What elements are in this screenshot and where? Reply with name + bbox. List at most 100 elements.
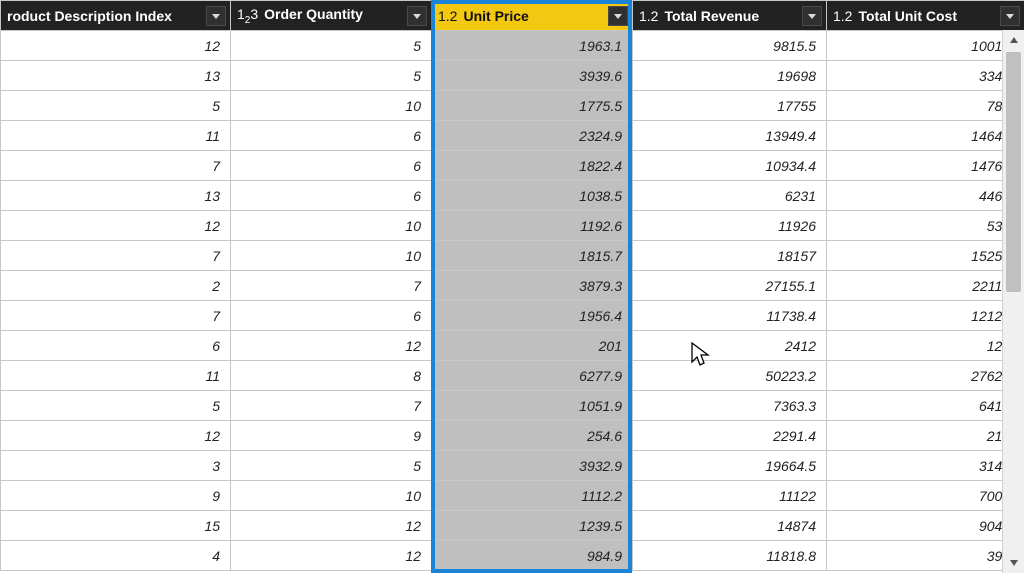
cell[interactable]: 1038.5 [432,181,633,211]
table-row[interactable]: 15121239.514874904.8 [1,511,1024,541]
cell[interactable]: 15 [1,511,231,541]
cell[interactable]: 14874 [633,511,827,541]
cell[interactable]: 11 [1,121,231,151]
table-row[interactable]: 1251963.19815.51001.1 [1,31,1024,61]
cell[interactable]: 1525.1 [827,241,1024,271]
cell[interactable]: 13949.4 [633,121,827,151]
column-header-order-quantity[interactable]: 123Order Quantity [231,1,432,31]
cell[interactable]: 8 [231,361,432,391]
cell[interactable]: 7 [1,301,231,331]
column-filter-dropdown-icon[interactable] [206,6,226,26]
cell[interactable]: 216. [827,421,1024,451]
cell[interactable]: 1775.5 [432,91,633,121]
cell[interactable]: 6 [231,121,432,151]
cell[interactable]: 6 [231,151,432,181]
cell[interactable]: 10 [231,481,432,511]
cell[interactable]: 19664.5 [633,451,827,481]
cell[interactable]: 984.9 [432,541,633,571]
cell[interactable]: 13 [1,61,231,91]
table-row[interactable]: 1361038.56231446.5 [1,181,1024,211]
cell[interactable]: 124. [827,331,1024,361]
cell[interactable]: 9 [231,421,432,451]
cell[interactable]: 7 [1,241,231,271]
column-filter-dropdown-icon[interactable] [407,6,427,26]
vertical-scrollbar[interactable] [1002,30,1024,573]
column-filter-dropdown-icon[interactable] [608,6,628,26]
cell[interactable]: 2412 [633,331,827,361]
cell[interactable]: 3348. [827,61,1024,91]
column-header-unit-price[interactable]: 1.2Unit Price [432,1,633,31]
cell[interactable]: 10 [231,211,432,241]
cell[interactable]: 3939.6 [432,61,633,91]
column-header-total-revenue[interactable]: 1.2Total Revenue [633,1,827,31]
cell[interactable]: 2324.9 [432,121,633,151]
cell[interactable]: 6 [231,301,432,331]
cell[interactable]: 3932.9 [432,451,633,481]
cell[interactable]: 11 [1,361,231,391]
cell[interactable]: 2 [1,271,231,301]
cell[interactable]: 11738.4 [633,301,827,331]
table-row[interactable]: 353932.919664.53146. [1,451,1024,481]
cell[interactable]: 6 [1,331,231,361]
cell[interactable]: 5 [1,391,231,421]
cell[interactable]: 10 [231,241,432,271]
cell[interactable]: 9 [1,481,231,511]
column-filter-dropdown-icon[interactable] [1000,6,1020,26]
table-row[interactable]: 761822.410934.41476.1 [1,151,1024,181]
cell[interactable]: 5 [231,451,432,481]
cell[interactable]: 12 [231,541,432,571]
table-row[interactable]: 129254.62291.4216. [1,421,1024,451]
cell[interactable]: 1212.9 [827,301,1024,331]
cell[interactable]: 5 [231,61,432,91]
cell[interactable]: 7 [231,271,432,301]
data-grid[interactable]: roduct Description Index123Order Quantit… [0,0,1024,573]
cell[interactable]: 2291.4 [633,421,827,451]
cell[interactable]: 536. [827,211,1024,241]
cell[interactable]: 11926 [633,211,827,241]
cell[interactable]: 1464.6 [827,121,1024,151]
cell[interactable]: 4 [1,541,231,571]
cell[interactable]: 11122 [633,481,827,511]
cell[interactable]: 13 [1,181,231,211]
cell[interactable]: 1192.6 [432,211,633,241]
cell[interactable]: 1963.1 [432,31,633,61]
cell[interactable]: 12 [231,331,432,361]
cell[interactable]: 2211.2 [827,271,1024,301]
table-row[interactable]: 12101192.611926536. [1,211,1024,241]
scroll-up-button[interactable] [1003,30,1024,50]
cell[interactable]: 1001.1 [827,31,1024,61]
table-row[interactable]: 1162324.913949.41464.6 [1,121,1024,151]
cell[interactable]: 5 [231,31,432,61]
scrollbar-thumb[interactable] [1006,52,1021,292]
cell[interactable]: 11818.8 [633,541,827,571]
cell[interactable]: 27155.1 [633,271,827,301]
table-row[interactable]: 1186277.950223.22762.2 [1,361,1024,391]
cell[interactable]: 6231 [633,181,827,211]
cell[interactable]: 7 [1,151,231,181]
cell[interactable]: 1822.4 [432,151,633,181]
cell[interactable]: 700.6 [827,481,1024,511]
cell[interactable]: 7363.3 [633,391,827,421]
cell[interactable]: 7 [231,391,432,421]
cell[interactable]: 201 [432,331,633,361]
cell[interactable]: 6 [231,181,432,211]
table-row[interactable]: 571051.97363.3641.6 [1,391,1024,421]
cell[interactable]: 1239.5 [432,511,633,541]
cell[interactable]: 393. [827,541,1024,571]
column-header-roduct-description-index[interactable]: roduct Description Index [1,1,231,31]
cell[interactable]: 904.8 [827,511,1024,541]
cell[interactable]: 50223.2 [633,361,827,391]
cell[interactable]: 12 [1,421,231,451]
cell[interactable]: 446.5 [827,181,1024,211]
cell[interactable]: 12 [1,31,231,61]
cell[interactable]: 17755 [633,91,827,121]
cell[interactable]: 6277.9 [432,361,633,391]
cell[interactable]: 18157 [633,241,827,271]
cell[interactable]: 1112.2 [432,481,633,511]
table-row[interactable]: 6122012412124. [1,331,1024,361]
column-filter-dropdown-icon[interactable] [802,6,822,26]
table-row[interactable]: 7101815.7181571525.1 [1,241,1024,271]
cell[interactable]: 3879.3 [432,271,633,301]
cell[interactable]: 10934.4 [633,151,827,181]
table-row[interactable]: 273879.327155.12211.2 [1,271,1024,301]
